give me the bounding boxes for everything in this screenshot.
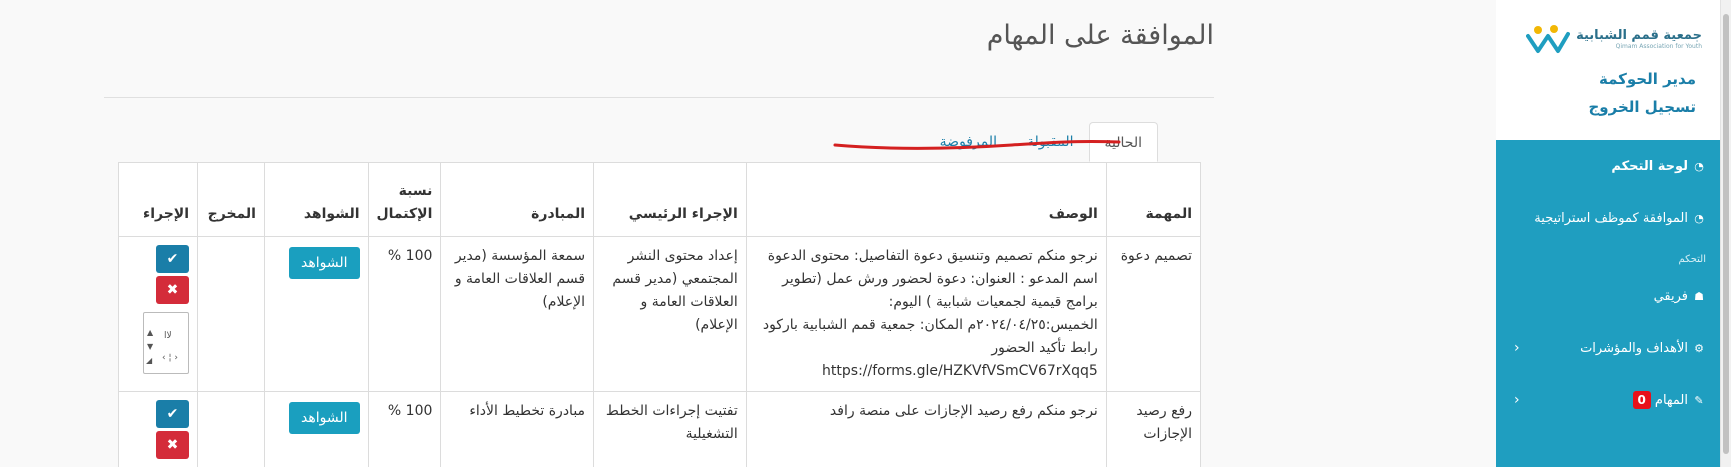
- header-task: المهمة: [1105, 162, 1202, 237]
- cell-progress: 100 %: [367, 391, 442, 467]
- user-role[interactable]: مدير الحوكمة: [1506, 70, 1702, 88]
- nav-tasks-label: المهام: [1654, 392, 1688, 408]
- reject-button[interactable]: ✖: [156, 276, 190, 304]
- cell-procedure: إعداد محتوى النشر المجتمعي (مدير قسم الع…: [593, 236, 747, 392]
- action-group: ✔ ✖: [127, 400, 190, 459]
- cell-task: تصميم دعوة: [1105, 236, 1202, 392]
- approve-button[interactable]: ✔: [156, 245, 190, 273]
- cell-output: [197, 391, 265, 467]
- tasks-table: المهمة الوصف الإجراء الرئيسي المبادرة نس…: [117, 162, 1202, 467]
- nav-goals[interactable]: ⚙ الأهداف والمؤشرات ‹: [1496, 322, 1720, 374]
- logo-name-ar: جمعية قمم الشبابية: [1576, 27, 1702, 43]
- nav-section-label: التحكم: [1678, 254, 1706, 265]
- cell-description: نرجو منكم تصميم وتنسيق دعوة التفاصيل: مح…: [745, 236, 1107, 392]
- main-area: الموافقة على المهام الحالية المقبولة الم…: [0, 0, 1496, 467]
- resize-caret-icon: ‹ ¦ ›: [162, 353, 178, 363]
- cell-description: نرجو منكم رفع رصيد الإجازات على منصة راف…: [745, 391, 1107, 467]
- table-row: رفع رصيد الإجازات نرجو منكم رفع رصيد الإ…: [117, 391, 1202, 467]
- logo-name-en: Qimam Association for Youth: [1615, 42, 1702, 50]
- approve-button[interactable]: ✔: [156, 400, 190, 428]
- nav-dashboard[interactable]: ◔ لوحة التحكم: [1496, 140, 1720, 192]
- header-output: المخرج: [197, 162, 265, 237]
- cell-procedure: تفتيت إجراءات الخطط التشغيلية: [593, 391, 747, 467]
- cell-task: رفع رصيد الإجازات: [1105, 391, 1202, 467]
- scrollbar-thumb[interactable]: [1723, 14, 1729, 454]
- wrench-icon: ✎: [1694, 393, 1704, 407]
- table-row: تصميم دعوة نرجو منكم تصميم وتنسيق دعوة ا…: [117, 236, 1202, 392]
- sidebar-header: جمعية قمم الشبابية Qimam Association for…: [1496, 0, 1720, 140]
- page-title: الموافقة على المهام: [986, 20, 1214, 51]
- reject-button[interactable]: ✖: [156, 431, 190, 459]
- nav-team[interactable]: ☗ فريقي: [1496, 270, 1720, 322]
- nav-goals-label: الأهداف والمؤشرات: [1580, 340, 1688, 356]
- times-icon: ✖: [166, 282, 179, 298]
- header-procedure: الإجراء الرئيسي: [593, 162, 747, 237]
- nav-tasks[interactable]: ✎ المهام 0 ‹: [1496, 374, 1720, 426]
- cell-action: ✔ ✖ لاا ▲ ▼ ‹ ¦ › ◢: [117, 236, 199, 392]
- nav-dashboard-label: لوحة التحكم: [1611, 158, 1688, 174]
- cell-progress: 100 %: [367, 236, 442, 392]
- gauge-icon: ◔: [1694, 159, 1704, 173]
- table-header-row: المهمة الوصف الإجراء الرئيسي المبادرة نس…: [117, 162, 1202, 237]
- resize-grip-icon[interactable]: ◢: [146, 349, 152, 372]
- logout-link[interactable]: تسجيل الخروج: [1506, 98, 1702, 116]
- sidebar-nav: ◔ لوحة التحكم ◔ الموافقة كموظف استراتيجي…: [1496, 140, 1720, 467]
- gauge-icon: ◔: [1694, 211, 1704, 225]
- logo-text: جمعية قمم الشبابية Qimam Association for…: [1576, 29, 1702, 50]
- title-divider: [104, 97, 1214, 98]
- red-underline-annotation: [833, 139, 1121, 150]
- cell-output: [197, 236, 265, 392]
- note-textarea[interactable]: لاا ▲ ▼ ‹ ¦ › ◢: [143, 312, 190, 374]
- evidence-button[interactable]: الشواهد: [289, 247, 360, 279]
- nav-approval-strategy[interactable]: ◔ الموافقة كموظف استراتيجية: [1496, 192, 1720, 244]
- header-evidence: الشواهد: [263, 162, 369, 237]
- check-icon: ✔: [166, 251, 179, 267]
- logo-mark-icon: [1526, 25, 1571, 53]
- header-initiative: المبادرة: [440, 162, 595, 237]
- evidence-button[interactable]: الشواهد: [289, 402, 360, 434]
- chevron-left-icon: ‹: [1514, 392, 1520, 408]
- sidebar: جمعية قمم الشبابية Qimam Association for…: [1496, 0, 1720, 467]
- nav-approval-label: الموافقة كموظف استراتيجية: [1534, 210, 1688, 226]
- note-text: لاا: [164, 331, 172, 341]
- cell-initiative: سمعة المؤسسة (مدير قسم العلاقات العامة و…: [440, 236, 595, 392]
- header-action: الإجراء: [117, 162, 199, 237]
- check-icon: ✔: [166, 406, 179, 422]
- nav-team-label: فريقي: [1653, 288, 1688, 304]
- users-icon: ☗: [1694, 289, 1704, 303]
- header-description: الوصف: [745, 162, 1107, 237]
- page-scrollbar[interactable]: [1720, 0, 1731, 467]
- cell-evidence: الشواهد: [263, 236, 369, 392]
- cell-initiative: مبادرة تخطيط الأداء: [440, 391, 595, 467]
- header-progress: نسبة الإكتمال: [367, 162, 442, 237]
- tasks-count-badge: 0: [1632, 391, 1651, 409]
- action-group: ✔ ✖ لاا ▲ ▼ ‹ ¦ › ◢: [127, 245, 190, 374]
- chevron-left-icon: ‹: [1514, 340, 1520, 356]
- cell-action: ✔ ✖: [117, 391, 199, 467]
- logo: جمعية قمم الشبابية Qimam Association for…: [1506, 20, 1702, 58]
- gear-icon: ⚙: [1694, 341, 1704, 355]
- times-icon: ✖: [166, 437, 179, 453]
- cell-evidence: الشواهد: [263, 391, 369, 467]
